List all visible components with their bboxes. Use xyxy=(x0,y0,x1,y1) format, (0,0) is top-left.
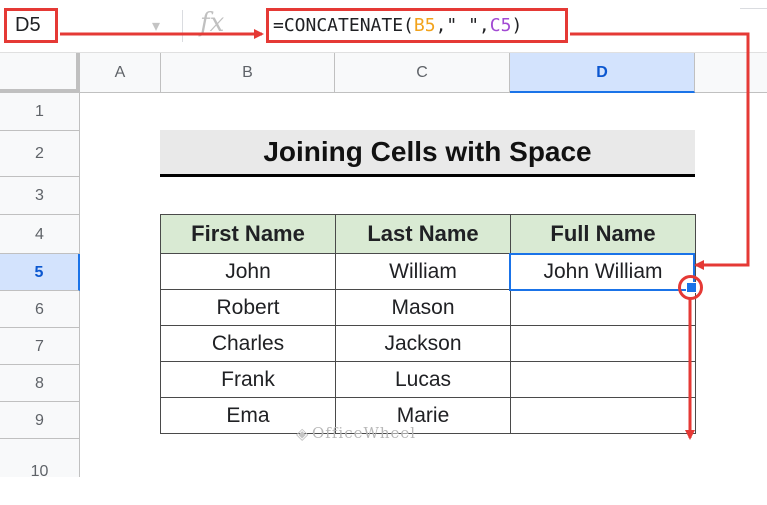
name-box-dropdown-icon[interactable]: ▾ xyxy=(152,16,160,36)
row-header-4[interactable]: 4 xyxy=(0,215,80,254)
column-header-d[interactable]: D xyxy=(510,53,695,93)
row-header-9[interactable]: 9 xyxy=(0,402,80,439)
table-row: Charles Jackson xyxy=(160,325,696,362)
header-first-name[interactable]: First Name xyxy=(160,214,336,254)
cell-last-name[interactable]: William xyxy=(335,253,511,290)
table-row: Frank Lucas xyxy=(160,361,696,398)
header-last-name[interactable]: Last Name xyxy=(335,214,511,254)
cell-last-name[interactable]: Mason xyxy=(335,289,511,326)
watermark-logo-icon: ◈ xyxy=(296,426,309,443)
watermark: OfficeWheel xyxy=(312,424,417,442)
formula-suffix: ) xyxy=(511,15,523,36)
row-header-2[interactable]: 2 xyxy=(0,131,80,177)
cell-first-name[interactable]: Frank xyxy=(160,361,336,398)
fx-icon: fx xyxy=(200,8,225,38)
select-all-corner[interactable] xyxy=(0,53,80,93)
cell-full-name[interactable] xyxy=(510,325,696,362)
column-header-c[interactable]: C xyxy=(335,53,510,93)
row-header-10[interactable]: 10 xyxy=(0,439,80,480)
column-header-b[interactable]: B xyxy=(161,53,335,93)
formula-input[interactable]: =CONCATENATE(B5," ",C5) xyxy=(266,8,568,43)
fill-handle-highlight-circle xyxy=(678,275,703,300)
row-header-8[interactable]: 8 xyxy=(0,365,80,402)
column-header-blank[interactable] xyxy=(695,53,767,93)
cell-first-name[interactable]: Charles xyxy=(160,325,336,362)
formula-prefix: =CONCATENATE( xyxy=(273,15,414,36)
divider xyxy=(740,8,767,9)
table-row: Ema Marie xyxy=(160,397,696,434)
row-header-7[interactable]: 7 xyxy=(0,328,80,365)
table-row: Robert Mason xyxy=(160,289,696,326)
data-table: First Name Last Name Full Name John Will… xyxy=(160,214,696,434)
header-full-name[interactable]: Full Name xyxy=(510,214,696,254)
cell-full-name[interactable] xyxy=(510,361,696,398)
cell-full-name[interactable] xyxy=(510,289,696,326)
row-header-5[interactable]: 5 xyxy=(0,254,80,291)
row-header-6[interactable]: 6 xyxy=(0,291,80,328)
sheet-title[interactable]: Joining Cells with Space xyxy=(160,130,695,177)
divider xyxy=(182,10,183,42)
formula-bar: D5 ▾ fx =CONCATENATE(B5," ",C5) xyxy=(0,0,767,53)
cell-last-name[interactable]: Lucas xyxy=(335,361,511,398)
row-header-1[interactable]: 1 xyxy=(0,93,80,131)
formula-mid: ," ", xyxy=(435,15,490,36)
cell-full-name[interactable] xyxy=(510,397,696,434)
cell-first-name[interactable]: Ema xyxy=(160,397,336,434)
active-cell-border[interactable] xyxy=(509,253,695,291)
formula-ref-c5: C5 xyxy=(489,15,512,36)
cell-first-name[interactable]: Robert xyxy=(160,289,336,326)
column-header-a[interactable]: A xyxy=(80,53,161,93)
row-header-3[interactable]: 3 xyxy=(0,177,80,215)
cell-first-name[interactable]: John xyxy=(160,253,336,290)
name-box[interactable]: D5 xyxy=(4,8,58,43)
table-header-row: First Name Last Name Full Name xyxy=(160,214,696,254)
formula-ref-b5: B5 xyxy=(413,15,436,36)
cell-last-name[interactable]: Jackson xyxy=(335,325,511,362)
